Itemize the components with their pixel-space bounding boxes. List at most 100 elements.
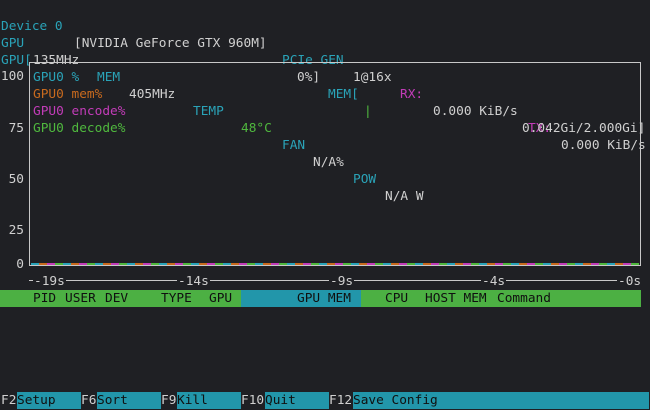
kill-button[interactable]: Kill	[177, 392, 241, 409]
y-tick-50: 50	[8, 172, 24, 187]
series-segment	[543, 263, 551, 265]
sort-button[interactable]: Sort	[97, 392, 161, 409]
column-dev[interactable]: DEV	[105, 290, 128, 307]
stats-line: GPU 135MHz MEM 405MHz TEMP 48°C FAN N/A%…	[0, 18, 424, 204]
series-segment	[215, 263, 223, 265]
gpu-bar-label: GPU[	[1, 53, 32, 68]
series-segment	[255, 263, 263, 265]
series-segment	[439, 263, 447, 265]
x-tick-9s: -9s	[329, 273, 355, 290]
series-segment	[303, 263, 311, 265]
series-segment	[103, 263, 111, 265]
fkey-f12-key: F12	[329, 393, 353, 408]
series-segment	[111, 263, 119, 265]
series-segment	[247, 263, 255, 265]
series-segment	[39, 263, 47, 265]
series-segment	[559, 263, 567, 265]
series-segment	[567, 263, 575, 265]
fkey-f9-key: F9	[161, 393, 177, 408]
column-cpu[interactable]: CPU	[385, 290, 408, 307]
series-segment	[399, 263, 407, 265]
series-segment	[135, 263, 143, 265]
series-segment	[455, 263, 463, 265]
x-tick-19s: -19s	[33, 273, 66, 290]
series-segment	[607, 263, 615, 265]
series-segment	[535, 263, 543, 265]
x-tick-4s: -4s	[481, 273, 507, 290]
series-segment	[327, 263, 335, 265]
device-info-line: Device 0 [NVIDIA GeForce GTX 960M] PCIe …	[0, 1, 646, 153]
series-segment	[375, 263, 383, 265]
series-segment	[127, 263, 135, 265]
series-segment	[591, 263, 599, 265]
series-segment	[479, 263, 487, 265]
series-segment	[511, 263, 519, 265]
series-segment	[503, 263, 511, 265]
series-segment	[495, 263, 503, 265]
quit-button[interactable]: Quit	[265, 392, 329, 409]
series-segment	[351, 263, 359, 265]
series-segment	[31, 263, 39, 265]
series-segment	[167, 263, 175, 265]
series-segment	[287, 263, 295, 265]
usage-bars-line: GPU[ 0%] MEM[ | 0.042Gi/2.000Gi]	[0, 35, 650, 136]
series-segment	[367, 263, 375, 265]
legend-gpu-util: GPU0 %	[33, 70, 80, 85]
series-segment	[527, 263, 535, 265]
series-segment	[151, 263, 159, 265]
series-segment	[175, 263, 183, 265]
series-segment	[263, 263, 271, 265]
series-segment	[623, 263, 631, 265]
series-segment	[599, 263, 607, 265]
series-segment	[583, 263, 591, 265]
series-segment	[383, 263, 391, 265]
series-segment	[63, 263, 71, 265]
column-pid[interactable]: PID	[33, 290, 56, 307]
column-user[interactable]: USER	[65, 290, 96, 307]
column-type[interactable]: TYPE	[161, 290, 192, 307]
column-gpu[interactable]: GPU	[209, 290, 232, 307]
series-segment	[615, 263, 623, 265]
series-segment	[183, 263, 191, 265]
series-segment	[631, 263, 639, 265]
series-segment	[207, 263, 215, 265]
series-segment	[575, 263, 583, 265]
series-segment	[335, 263, 343, 265]
series-segment	[487, 263, 495, 265]
series-segment	[359, 263, 367, 265]
series-segment	[239, 263, 247, 265]
series-segment	[551, 263, 559, 265]
plot-area: GPU0 % GPU0 mem% GPU0 encode% GPU0 decod…	[29, 62, 641, 266]
series-segment	[223, 263, 231, 265]
series-segment	[119, 263, 127, 265]
save-config-button[interactable]: Save Config	[353, 392, 649, 409]
column-command[interactable]: Command	[497, 290, 551, 307]
series-segment	[447, 263, 455, 265]
fkey-f2-key: F2	[1, 393, 17, 408]
fkey-f10-key: F10	[241, 393, 265, 408]
legend-gpu-mem: GPU0 mem%	[33, 87, 103, 102]
series-segment	[519, 263, 527, 265]
series-segment	[415, 263, 423, 265]
series-segment	[71, 263, 79, 265]
series-segment	[311, 263, 319, 265]
series-segment	[79, 263, 87, 265]
series-segment	[47, 263, 55, 265]
series-segment	[231, 263, 239, 265]
series-segment	[159, 263, 167, 265]
series-segment	[199, 263, 207, 265]
setup-button[interactable]: Setup	[17, 392, 81, 409]
series-segment	[463, 263, 471, 265]
series-segment	[55, 263, 63, 265]
column-host-mem[interactable]: HOST MEM	[425, 290, 487, 307]
x-tick-14s: -14s	[177, 273, 210, 290]
series-segment	[343, 263, 351, 265]
fkey-f6-key: F6	[81, 393, 97, 408]
series-segment	[87, 263, 95, 265]
column-gpu-mem[interactable]: GPU MEM	[297, 290, 351, 307]
x-tick-0s: -0s	[617, 273, 643, 290]
legend-gpu-decode: GPU0 decode%	[33, 121, 126, 136]
y-tick-100: 100	[0, 69, 24, 84]
series-segment	[471, 263, 479, 265]
series-segment	[423, 263, 431, 265]
